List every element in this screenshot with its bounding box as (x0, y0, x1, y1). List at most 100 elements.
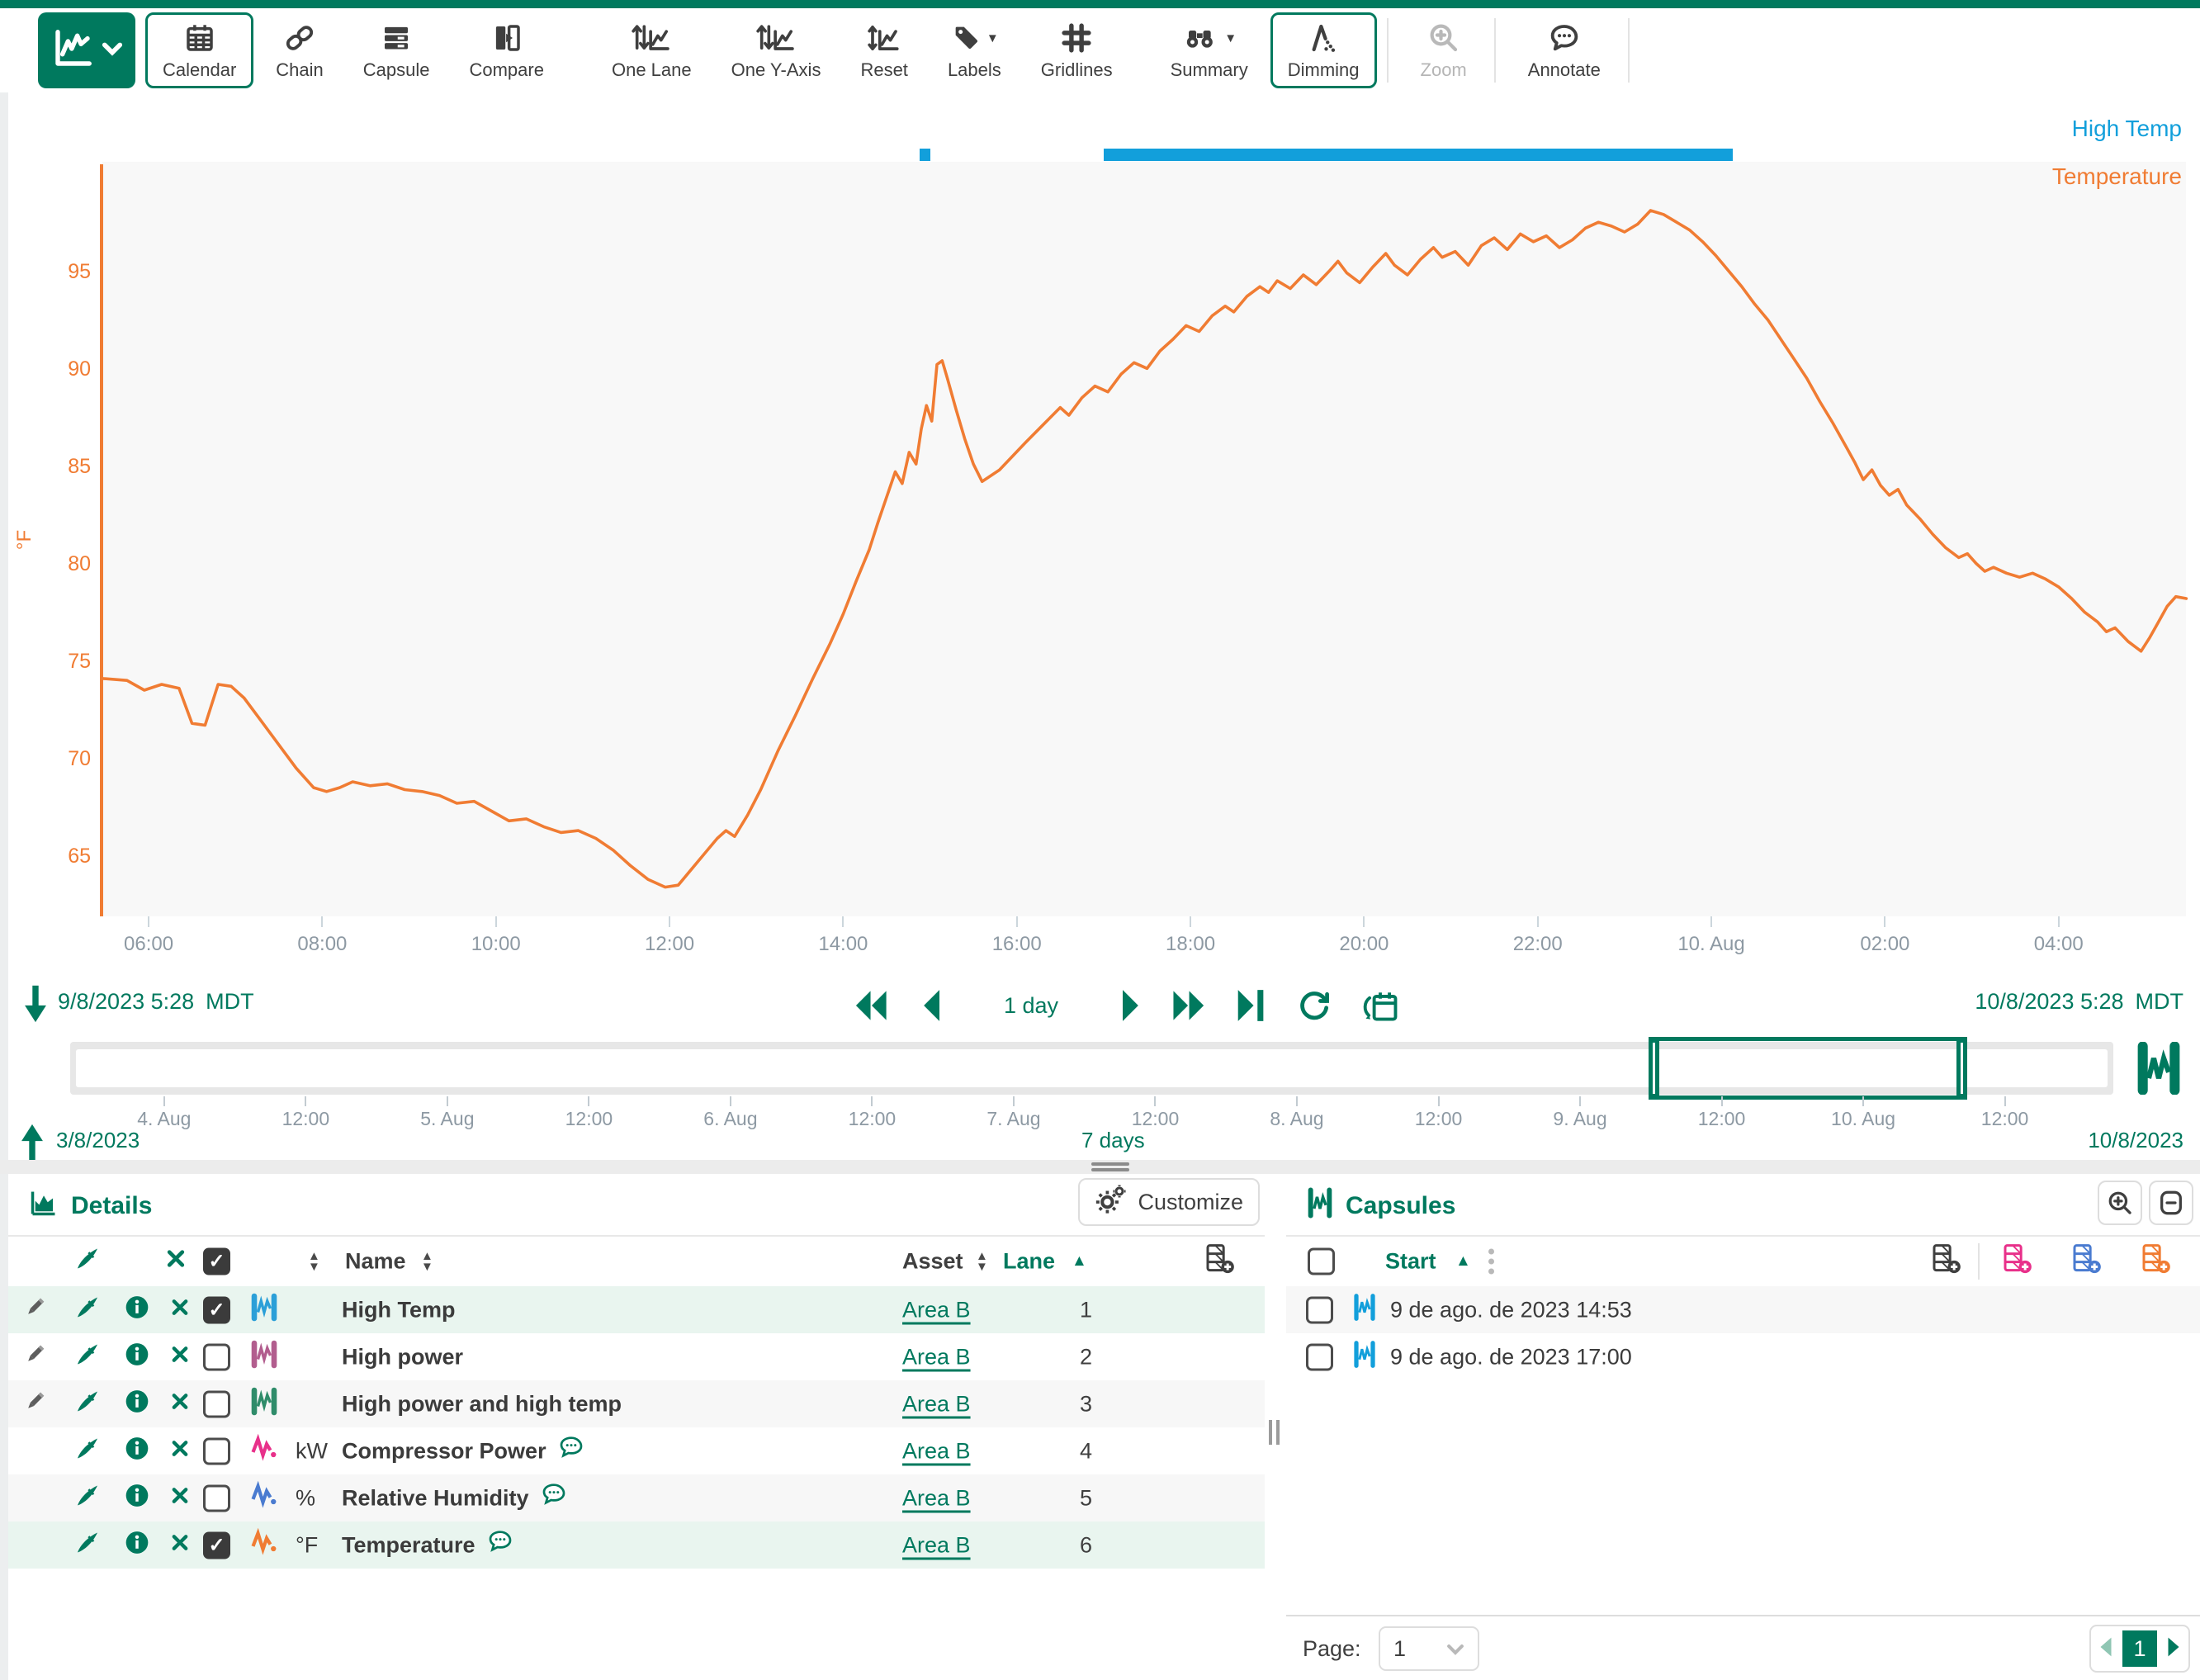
selector-right-handle[interactable] (1956, 1037, 1967, 1100)
timeline-capsule-icon[interactable] (2135, 1042, 2183, 1099)
rocket-icon[interactable] (74, 1388, 101, 1420)
pager-prev-icon[interactable] (2098, 1636, 2114, 1662)
column-menu-icon[interactable] (1488, 1249, 1494, 1275)
rocket-column-icon[interactable] (74, 1246, 101, 1278)
toolbar-button-capsule[interactable]: Capsule (346, 12, 447, 88)
pager-next-icon[interactable] (2165, 1636, 2182, 1662)
details-row-high-power-and-high-temp[interactable]: High power and high temp Area B 3 (8, 1380, 1265, 1427)
investigate-end-date[interactable]: 10/8/2023 (2088, 1128, 2183, 1153)
panel-resize-handle[interactable] (1091, 1162, 1129, 1171)
range-start-arrow-icon[interactable] (21, 984, 50, 1028)
annotation-bubble-icon[interactable] (556, 1435, 586, 1467)
remove-icon[interactable] (170, 1297, 190, 1323)
row-checkbox[interactable] (203, 1437, 230, 1465)
remove-icon[interactable] (170, 1438, 190, 1464)
capsule-checkbox[interactable] (1306, 1343, 1333, 1370)
remove-icon[interactable] (170, 1532, 190, 1558)
panel-vertical-resize-handle[interactable] (1269, 1420, 1284, 1445)
sort-start-ascending-icon[interactable]: ▲ (1455, 1252, 1471, 1271)
sort-lane-ascending-icon[interactable]: ▲ (1072, 1252, 1087, 1271)
temperature-y-axis-line[interactable] (100, 164, 103, 916)
rocket-icon[interactable] (74, 1529, 101, 1561)
rocket-icon[interactable] (74, 1294, 101, 1326)
annotation-bubble-icon[interactable] (485, 1529, 515, 1561)
asset-link[interactable]: Area B (902, 1297, 971, 1323)
page-select[interactable]: 1 (1379, 1626, 1479, 1671)
customize-button[interactable]: Customize (1078, 1178, 1260, 1226)
add-column-icon[interactable] (1930, 1242, 1963, 1281)
info-icon[interactable] (124, 1388, 150, 1420)
display-range-end[interactable]: 10/8/2023 5:28MDT (1975, 989, 2183, 1015)
details-row-relative-humidity[interactable]: % Relative Humidity Area B 5 (8, 1474, 1265, 1521)
toolbar-button-one-y-axis[interactable]: One Y-Axis (714, 12, 839, 88)
item-name[interactable]: Relative Humidity (342, 1482, 569, 1514)
toolbar-button-reset[interactable]: Reset (843, 12, 925, 88)
display-range-selector[interactable] (1652, 1037, 1965, 1100)
details-row-high-power[interactable]: High power Area B 2 (8, 1333, 1265, 1380)
info-icon[interactable] (124, 1294, 150, 1326)
add-condition-column-blue-icon[interactable] (2070, 1242, 2103, 1281)
start-column-header[interactable]: Start (1385, 1249, 1436, 1275)
annotation-bubble-icon[interactable] (539, 1482, 569, 1514)
toolbar-button-summary[interactable]: ▼ Summary (1153, 12, 1266, 88)
auto-update-calendar-icon[interactable] (1357, 982, 1403, 1029)
asset-link[interactable]: Area B (902, 1485, 971, 1511)
refresh-icon[interactable] (1293, 984, 1336, 1027)
trend-view-selector-button[interactable] (38, 12, 135, 88)
row-checkbox[interactable] (203, 1343, 230, 1370)
info-icon[interactable] (124, 1435, 150, 1467)
toolbar-button-annotate[interactable]: Annotate (1511, 12, 1618, 88)
step-size-label[interactable]: 1 day (1004, 993, 1058, 1019)
item-name[interactable]: High Temp (342, 1297, 456, 1323)
select-all-capsules-checkbox[interactable] (1308, 1248, 1335, 1275)
lane-column-header[interactable]: Lane (1003, 1249, 1055, 1275)
toolbar-button-calendar[interactable]: Calendar (145, 12, 253, 88)
item-name[interactable]: Temperature (342, 1529, 515, 1561)
toolbar-button-one-lane[interactable]: One Lane (594, 12, 709, 88)
toolbar-button-compare[interactable]: Compare (452, 12, 561, 88)
info-icon[interactable] (124, 1482, 150, 1514)
toolbar-button-gridlines[interactable]: Gridlines (1024, 12, 1130, 88)
remove-icon[interactable] (170, 1391, 190, 1417)
asset-link[interactable]: Area B (902, 1438, 971, 1464)
rocket-icon[interactable] (74, 1341, 101, 1373)
rocket-icon[interactable] (74, 1435, 101, 1467)
toolbar-button-zoom[interactable]: Zoom (1403, 12, 1484, 88)
row-checkbox[interactable]: ✓ (203, 1531, 230, 1559)
add-condition-column-pink-icon[interactable] (2001, 1242, 2034, 1281)
step-back-half-button[interactable] (915, 984, 946, 1027)
legend-high-temp[interactable]: High Temp (2072, 116, 2182, 142)
step-forward-half-button[interactable] (1116, 984, 1147, 1027)
sort-type-control[interactable]: ▲▼ (308, 1251, 320, 1272)
rocket-icon[interactable] (74, 1482, 101, 1514)
item-name[interactable]: Compressor Power (342, 1435, 586, 1467)
sort-name-control[interactable]: ▲▼ (421, 1251, 433, 1272)
edit-pencil-icon[interactable] (21, 1294, 48, 1326)
row-checkbox[interactable] (203, 1484, 230, 1512)
remove-column-icon[interactable] (165, 1248, 187, 1275)
item-name[interactable]: High power (342, 1344, 463, 1370)
info-icon[interactable] (124, 1341, 150, 1373)
toolbar-button-labels[interactable]: ▼ Labels (930, 12, 1019, 88)
details-row-high-temp[interactable]: ✓ High Temp Area B 1 (8, 1286, 1265, 1333)
row-checkbox[interactable] (203, 1390, 230, 1417)
collapse-capsules-button[interactable] (2149, 1181, 2193, 1225)
select-all-checkbox[interactable]: ✓ (203, 1248, 230, 1275)
capsule-row[interactable]: 9 de ago. de 2023 17:00 (1286, 1333, 2200, 1380)
zoom-to-capsule-button[interactable] (2098, 1181, 2142, 1225)
remove-icon[interactable] (170, 1485, 190, 1511)
legend-temperature[interactable]: Temperature (2052, 163, 2182, 190)
remove-icon[interactable] (170, 1344, 190, 1370)
asset-column-header[interactable]: Asset (902, 1249, 963, 1275)
pager-current-page[interactable]: 1 (2122, 1630, 2157, 1667)
step-to-now-button[interactable] (1233, 984, 1271, 1027)
toolbar-button-chain[interactable]: Chain (258, 12, 340, 88)
step-back-full-button[interactable] (850, 984, 893, 1027)
add-condition-column-orange-icon[interactable] (2140, 1242, 2173, 1281)
asset-link[interactable]: Area B (902, 1532, 971, 1558)
step-forward-full-button[interactable] (1169, 984, 1212, 1027)
investigate-duration[interactable]: 7 days (1081, 1128, 1145, 1153)
sort-asset-control[interactable]: ▲▼ (976, 1251, 988, 1272)
display-range-start[interactable]: 9/8/2023 5:28MDT (58, 989, 254, 1015)
edit-pencil-icon[interactable] (21, 1341, 48, 1373)
